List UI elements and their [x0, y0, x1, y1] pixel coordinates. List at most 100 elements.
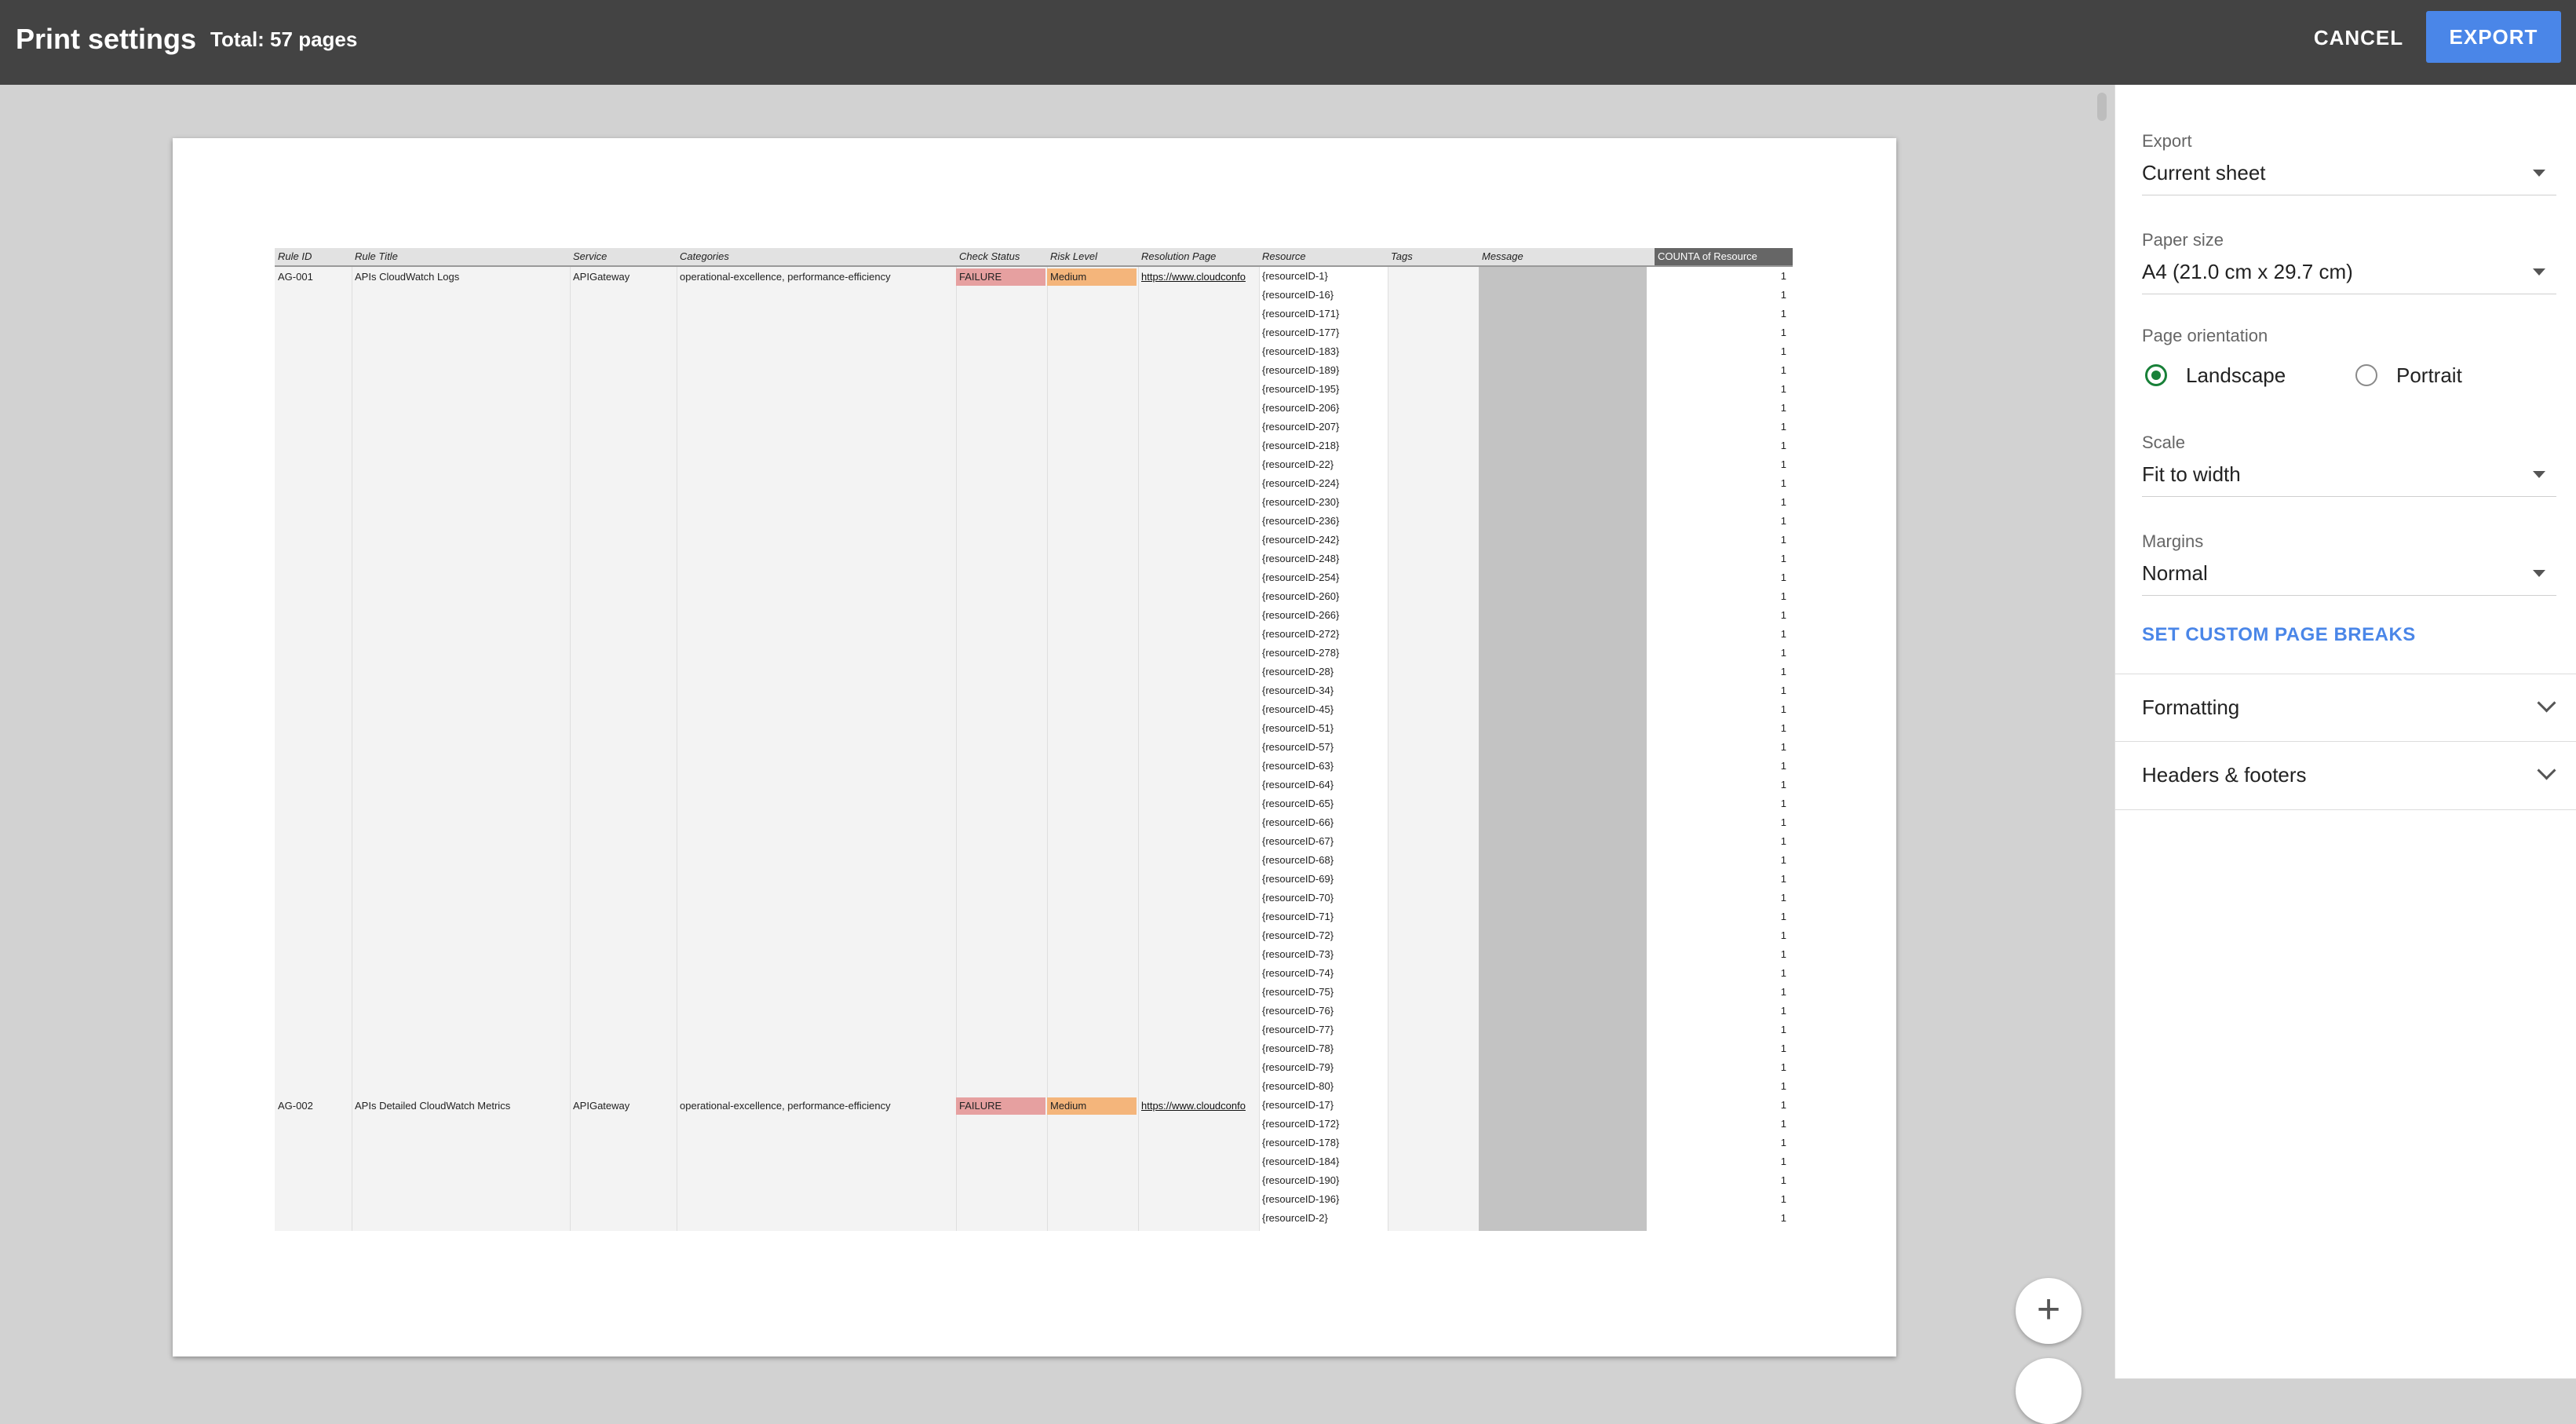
cell-count: 1: [1780, 289, 1786, 301]
cell-resource: {resourceID-69}: [1262, 873, 1334, 885]
cell-count: 1: [1780, 779, 1786, 791]
cell-count: 1: [1780, 421, 1786, 433]
margins-value: Normal: [2142, 561, 2208, 585]
col-header: Service: [573, 250, 608, 262]
export-select[interactable]: Current sheet: [2142, 154, 2556, 195]
cell-count: 1: [1780, 458, 1786, 470]
cell-resource: {resourceID-195}: [1262, 383, 1340, 395]
cell-resource: {resourceID-230}: [1262, 496, 1340, 508]
cell-count: 1: [1780, 534, 1786, 546]
cell-resource: {resourceID-79}: [1262, 1061, 1334, 1073]
formatting-title: Formatting: [2142, 696, 2240, 719]
cell-resource: {resourceID-63}: [1262, 760, 1334, 772]
export-label: Export: [2142, 131, 2192, 151]
cell-risk-level: Medium: [1047, 1097, 1137, 1115]
cell-count: 1: [1780, 1193, 1786, 1205]
col-header: Categories: [680, 250, 729, 262]
cell-count: 1: [1780, 609, 1786, 621]
paper-size-select[interactable]: A4 (21.0 cm x 29.7 cm): [2142, 253, 2556, 294]
cell-count: 1: [1780, 515, 1786, 527]
cell-resolution-page[interactable]: https://www.cloudconfo: [1138, 1097, 1257, 1115]
caret-down-icon: [2533, 471, 2545, 478]
headers-footers-section[interactable]: Headers & footers: [2115, 741, 2576, 810]
cell-resource: {resourceID-65}: [1262, 798, 1334, 809]
cell-count: 1: [1780, 892, 1786, 904]
cell-count: 1: [1780, 1099, 1786, 1111]
cell-count: 1: [1780, 647, 1786, 659]
preview-scrollbar[interactable]: [2097, 93, 2107, 121]
cell-resource: {resourceID-64}: [1262, 779, 1334, 791]
cell-resource: {resourceID-242}: [1262, 534, 1340, 546]
zoom-out-button[interactable]: [2016, 1358, 2082, 1424]
cell-count: 1: [1780, 948, 1786, 960]
cell-resource: {resourceID-178}: [1262, 1137, 1340, 1148]
export-button[interactable]: EXPORT: [2426, 11, 2561, 63]
paper-size-value: A4 (21.0 cm x 29.7 cm): [2142, 260, 2353, 283]
cell-resource: {resourceID-76}: [1262, 1005, 1334, 1017]
cancel-button[interactable]: CANCEL: [2308, 14, 2410, 61]
cell-count: 1: [1780, 440, 1786, 451]
col-header: Risk Level: [1050, 250, 1097, 262]
cell-count: 1: [1780, 477, 1786, 489]
chevron-down-icon: [2537, 693, 2556, 713]
cell-resource: {resourceID-260}: [1262, 590, 1340, 602]
cell-resource: {resourceID-206}: [1262, 402, 1340, 414]
cell-rule-title: APIs Detailed CloudWatch Metrics: [355, 1100, 511, 1112]
orientation-landscape-radio[interactable]: Landscape: [2145, 361, 2333, 393]
page-title: Print settings: [16, 23, 197, 55]
cell-resource: {resourceID-22}: [1262, 458, 1334, 470]
cell-count: 1: [1780, 666, 1786, 677]
cell-count: 1: [1780, 741, 1786, 753]
col-header: Rule ID: [278, 250, 312, 262]
settings-panel: Export Current sheet Paper size A4 (21.0…: [2114, 85, 2576, 1378]
cell-categories: operational-excellence, performance-effi…: [680, 1100, 891, 1112]
cell-resource: {resourceID-34}: [1262, 685, 1334, 696]
cell-resolution-page[interactable]: https://www.cloudconfo: [1138, 268, 1257, 286]
cell-count: 1: [1780, 835, 1786, 847]
cell-count: 1: [1780, 1212, 1786, 1224]
cell-resource: {resourceID-80}: [1262, 1080, 1334, 1092]
cell-count: 1: [1780, 327, 1786, 338]
sheet-table: Rule ID Rule Title Service Categories Ch…: [275, 248, 1793, 1231]
margins-select[interactable]: Normal: [2142, 554, 2556, 596]
cell-resource: {resourceID-189}: [1262, 364, 1340, 376]
set-custom-page-breaks-link[interactable]: SET CUSTOM PAGE BREAKS: [2142, 623, 2416, 647]
cell-resource: {resourceID-278}: [1262, 647, 1340, 659]
orientation-portrait-radio[interactable]: Portrait: [2355, 361, 2512, 393]
col-header: Resource: [1262, 250, 1306, 262]
cell-count: 1: [1780, 986, 1786, 998]
cell-risk-level: Medium: [1047, 268, 1137, 286]
portrait-label: Portrait: [2396, 363, 2462, 387]
col-header: Message: [1482, 250, 1523, 262]
cell-resource: {resourceID-183}: [1262, 345, 1340, 357]
scale-select[interactable]: Fit to width: [2142, 455, 2556, 497]
cell-service: APIGateway: [573, 1100, 630, 1112]
cell-rule-id: AG-001: [278, 271, 313, 283]
column-fill: [275, 267, 1259, 1231]
cell-resource: {resourceID-207}: [1262, 421, 1340, 433]
zoom-in-button[interactable]: +: [2016, 1278, 2082, 1344]
cell-count: 1: [1780, 553, 1786, 564]
caret-down-icon: [2533, 570, 2545, 577]
cell-resource: {resourceID-172}: [1262, 1118, 1340, 1130]
cell-count: 1: [1780, 590, 1786, 602]
column-divider: [570, 267, 571, 1231]
cell-resource: {resourceID-272}: [1262, 628, 1340, 640]
cell-count: 1: [1780, 911, 1786, 922]
cell-count: 1: [1780, 364, 1786, 376]
cell-rule-title: APIs CloudWatch Logs: [355, 271, 460, 283]
caret-down-icon: [2533, 170, 2545, 177]
cell-count: 1: [1780, 1024, 1786, 1035]
cell-count: 1: [1780, 1080, 1786, 1092]
col-header: Resolution Page: [1141, 250, 1217, 262]
chevron-down-icon: [2537, 761, 2556, 780]
cell-resource: {resourceID-171}: [1262, 308, 1340, 319]
cell-resource: {resourceID-177}: [1262, 327, 1340, 338]
formatting-section[interactable]: Formatting: [2115, 674, 2576, 742]
table-body: AG-001 APIs CloudWatch Logs APIGateway oper…: [275, 267, 1793, 1231]
cell-count: 1: [1780, 308, 1786, 319]
cell-count: 1: [1780, 1118, 1786, 1130]
cell-count: 1: [1780, 345, 1786, 357]
cell-count: 1: [1780, 383, 1786, 395]
landscape-label: Landscape: [2186, 363, 2286, 387]
